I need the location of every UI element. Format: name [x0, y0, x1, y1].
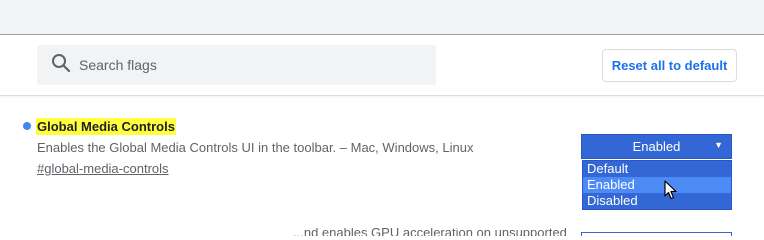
- experiment-state-dropdown[interactable]: Default Enabled Disabled: [582, 160, 732, 210]
- option-enabled[interactable]: Enabled: [583, 177, 731, 193]
- next-experiment-select[interactable]: [581, 232, 732, 236]
- modified-indicator-dot: [23, 122, 31, 130]
- experiment-permalink[interactable]: #global-media-controls: [37, 161, 169, 176]
- select-value: Enabled: [632, 139, 681, 154]
- flags-header: Reset all to default: [0, 35, 764, 96]
- search-box[interactable]: [37, 45, 436, 85]
- mouse-pointer-icon: [664, 180, 678, 205]
- caret-down-icon: ▼: [714, 140, 723, 150]
- search-icon: [51, 53, 71, 78]
- experiment-description: Enables the Global Media Controls UI in …: [37, 140, 474, 155]
- reset-all-button[interactable]: Reset all to default: [602, 49, 737, 82]
- option-default[interactable]: Default: [583, 161, 731, 177]
- next-experiment-description: ...nd enables GPU acceleration on unsupp…: [293, 228, 567, 236]
- option-disabled[interactable]: Disabled: [583, 193, 731, 209]
- search-input[interactable]: [79, 57, 409, 73]
- experiment-title: Global Media Controls: [36, 118, 176, 135]
- top-bar: [0, 0, 764, 35]
- experiment-state-select[interactable]: Enabled ▼: [581, 134, 732, 159]
